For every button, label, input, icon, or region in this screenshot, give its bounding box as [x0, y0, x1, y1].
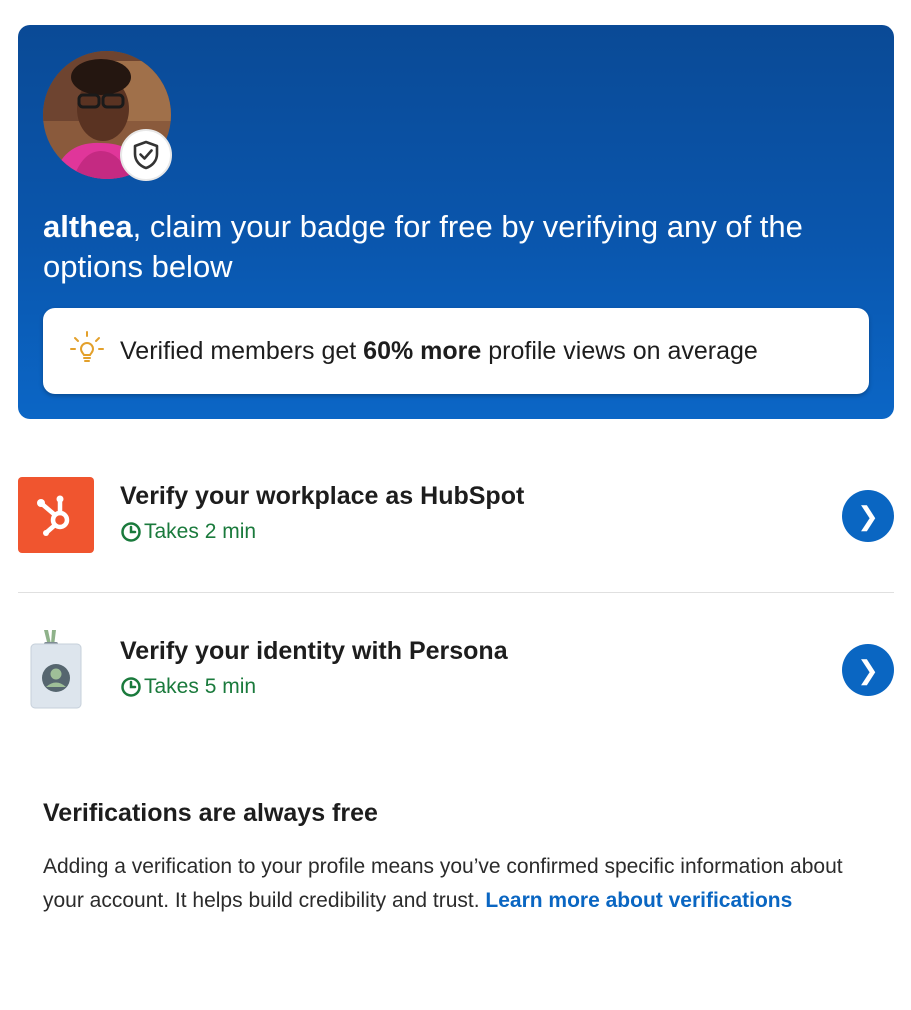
verify-workplace-option[interactable]: Verify your workplace as HubSpot Takes 2…	[18, 477, 894, 555]
hero-title: althea, claim your badge for free by ver…	[43, 207, 873, 287]
time-estimate: Takes 5 min	[120, 675, 256, 699]
info-body: Adding a verification to your profile me…	[43, 850, 873, 918]
stat-suffix: profile views on average	[481, 337, 758, 365]
stat-highlight: 60% more	[363, 337, 482, 365]
learn-more-link[interactable]: Learn more about verifications	[485, 889, 792, 912]
id-badge-icon	[30, 630, 82, 709]
divider	[18, 592, 894, 593]
clock-icon	[121, 677, 141, 697]
hero-title-text: , claim your badge for free by verifying…	[43, 209, 803, 284]
open-identity-verification-button[interactable]: ❯	[842, 644, 894, 696]
time-estimate-label: Takes 2 min	[144, 520, 257, 543]
verify-identity-option[interactable]: Verify your identity with Persona Takes …	[18, 628, 894, 710]
info-heading: Verifications are always free	[43, 799, 378, 827]
verify-identity-title: Verify your identity with Persona	[120, 637, 508, 665]
open-workplace-verification-button[interactable]: ❯	[842, 490, 894, 542]
stat-prefix: Verified members get	[120, 337, 364, 365]
clock-icon	[121, 522, 141, 542]
chevron-right-icon: ❯	[857, 501, 879, 531]
hubspot-logo-icon	[18, 477, 94, 553]
time-estimate-label: Takes 5 min	[144, 675, 257, 698]
shield-check-icon	[120, 129, 172, 181]
stat-text: Verified members get 60% more profile vi…	[120, 335, 758, 367]
verification-hero-card: althea, claim your badge for free by ver…	[18, 25, 894, 419]
lightbulb-icon	[70, 331, 104, 362]
verify-workplace-title: Verify your workplace as HubSpot	[120, 482, 525, 510]
chevron-right-icon: ❯	[857, 655, 879, 685]
time-estimate: Takes 2 min	[120, 520, 256, 544]
user-name: althea	[43, 209, 133, 244]
stat-callout: Verified members get 60% more profile vi…	[43, 308, 869, 394]
